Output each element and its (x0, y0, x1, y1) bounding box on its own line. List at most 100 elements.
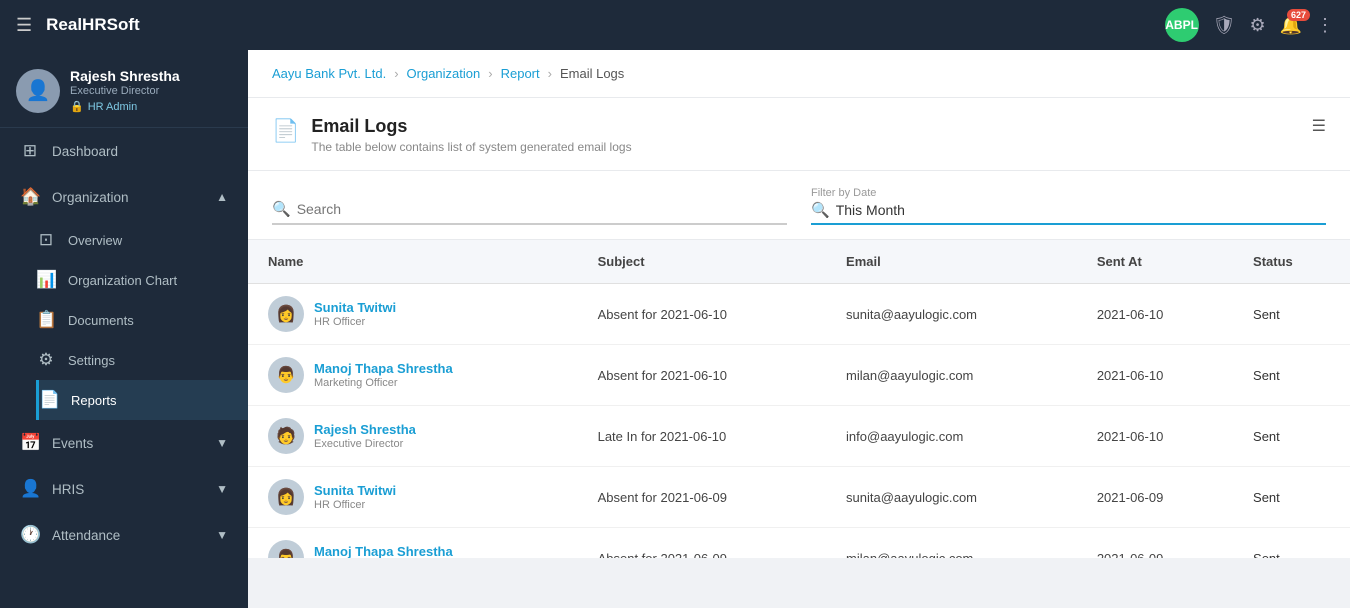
filter-icon[interactable]: ☰ (1312, 116, 1326, 136)
person-cell: 👨 Manoj Thapa Shrestha Marketing Officer (268, 357, 558, 393)
cell-sent-at: 2021-06-09 (1077, 467, 1233, 528)
date-filter-wrap: Filter by Date 🔍 This Month (811, 187, 1326, 225)
person-role: HR Officer (314, 316, 396, 328)
sidebar-item-hris[interactable]: 👤 HRIS ▼ (0, 466, 248, 512)
filter-bar: 🔍 Filter by Date 🔍 This Month (248, 171, 1350, 240)
breadcrumb-report[interactable]: Report (501, 66, 540, 81)
topnav-right: ABPL 🛡 ⚙ 🔔 627 ⋮ (1165, 8, 1334, 42)
page-header-left: 📄 Email Logs The table below contains li… (272, 116, 632, 154)
sidebar-item-reports[interactable]: 📄 Reports (36, 380, 248, 420)
person-cell: 👨 Manoj Thapa Shrestha Marketing Officer (268, 540, 558, 558)
cell-email: info@aayulogic.com (826, 406, 1077, 467)
app-logo: RealHRSoft (46, 15, 140, 35)
page-subtitle: The table below contains list of system … (311, 140, 631, 154)
sidebar-item-label: Organization (52, 190, 204, 205)
person-cell: 👩 Sunita Twitwi HR Officer (268, 479, 558, 515)
sidebar-item-label: Attendance (52, 528, 204, 543)
table-header: Name Subject Email Sent At Status (248, 240, 1350, 284)
table-row: 👩 Sunita Twitwi HR Officer Absent for 20… (248, 284, 1350, 345)
email-logs-table: Name Subject Email Sent At Status 👩 Suni… (248, 240, 1350, 558)
cell-name: 👩 Sunita Twitwi HR Officer (248, 467, 578, 528)
sidebar-item-dashboard[interactable]: ⊞ Dashboard (0, 128, 248, 174)
notification-bell[interactable]: 🔔 627 (1280, 15, 1302, 36)
cell-sent-at: 2021-06-10 (1077, 406, 1233, 467)
person-avatar: 👩 (268, 479, 304, 515)
breadcrumb-sep: › (394, 66, 398, 81)
gear-icon[interactable]: ⚙ (1249, 15, 1265, 36)
date-value: This Month (836, 202, 905, 218)
col-subject: Subject (578, 240, 826, 284)
search-icon: 🔍 (272, 200, 291, 218)
dashboard-icon: ⊞ (20, 141, 40, 161)
status-badge: Sent (1253, 551, 1280, 559)
person-name[interactable]: Manoj Thapa Shrestha (314, 544, 453, 558)
col-email: Email (826, 240, 1077, 284)
sidebar-item-org-chart[interactable]: 📊 Organization Chart (36, 260, 248, 300)
breadcrumb-sep: › (548, 66, 552, 81)
breadcrumb: Aayu Bank Pvt. Ltd. › Organization › Rep… (248, 50, 1350, 98)
sidebar-item-organization[interactable]: 🏠 Organization ▲ (0, 174, 248, 220)
user-role: 🔒 HR Admin (70, 100, 180, 113)
settings-icon: ⚙ (36, 350, 56, 370)
person-info: Manoj Thapa Shrestha Marketing Officer (314, 544, 453, 558)
org-chart-icon: 📊 (36, 270, 56, 290)
person-name[interactable]: Sunita Twitwi (314, 300, 396, 315)
page-icon: 📄 (272, 118, 299, 144)
breadcrumb-org[interactable]: Aayu Bank Pvt. Ltd. (272, 66, 386, 81)
shield-small-icon: 🔒 (70, 100, 84, 113)
sidebar-item-settings[interactable]: ⚙ Settings (36, 340, 248, 380)
topnav: ☰ RealHRSoft ABPL 🛡 ⚙ 🔔 627 ⋮ (0, 0, 1350, 50)
status-badge: Sent (1253, 307, 1280, 322)
sidebar-item-attendance[interactable]: 🕐 Attendance ▼ (0, 512, 248, 558)
sidebar-item-events[interactable]: 📅 Events ▼ (0, 420, 248, 466)
hamburger-icon[interactable]: ☰ (16, 15, 32, 36)
date-field[interactable]: 🔍 This Month (811, 201, 1326, 225)
person-cell: 👩 Sunita Twitwi HR Officer (268, 296, 558, 332)
more-options-icon[interactable]: ⋮ (1316, 15, 1334, 36)
table-body: 👩 Sunita Twitwi HR Officer Absent for 20… (248, 284, 1350, 559)
cell-status: Sent (1233, 467, 1350, 528)
breadcrumb-organization[interactable]: Organization (407, 66, 481, 81)
cell-subject: Late In for 2021-06-10 (578, 406, 826, 467)
person-role: Marketing Officer (314, 377, 453, 389)
person-name[interactable]: Rajesh Shrestha (314, 422, 416, 437)
cell-email: milan@aayulogic.com (826, 345, 1077, 406)
cell-sent-at: 2021-06-10 (1077, 345, 1233, 406)
col-status: Status (1233, 240, 1350, 284)
user-info: Rajesh Shrestha Executive Director 🔒 HR … (70, 68, 180, 113)
user-title: Executive Director (70, 85, 180, 97)
sidebar-item-label: Overview (68, 233, 228, 248)
person-avatar: 🧑 (268, 418, 304, 454)
person-name[interactable]: Sunita Twitwi (314, 483, 396, 498)
sidebar-item-documents[interactable]: 📋 Documents (36, 300, 248, 340)
cell-status: Sent (1233, 284, 1350, 345)
status-badge: Sent (1253, 429, 1280, 444)
organization-icon: 🏠 (20, 187, 40, 207)
cell-subject: Absent for 2021-06-09 (578, 528, 826, 559)
sidebar-item-label: Events (52, 436, 204, 451)
cell-name: 🧑 Rajesh Shrestha Executive Director (248, 406, 578, 467)
main-content: Aayu Bank Pvt. Ltd. › Organization › Rep… (248, 50, 1350, 558)
col-name: Name (248, 240, 578, 284)
search-input[interactable] (291, 199, 787, 219)
cell-email: milan@aayulogic.com (826, 528, 1077, 559)
calendar-icon: 🔍 (811, 201, 830, 219)
cell-subject: Absent for 2021-06-10 (578, 284, 826, 345)
sidebar-item-overview[interactable]: ⊡ Overview (36, 220, 248, 260)
page-title-group: Email Logs The table below contains list… (311, 116, 631, 154)
person-avatar: 👩 (268, 296, 304, 332)
chevron-down-icon: ▼ (216, 528, 228, 542)
chevron-up-icon: ▲ (216, 190, 228, 204)
chevron-down-icon: ▼ (216, 482, 228, 496)
cell-email: sunita@aayulogic.com (826, 467, 1077, 528)
overview-icon: ⊡ (36, 230, 56, 250)
cell-sent-at: 2021-06-09 (1077, 528, 1233, 559)
person-name[interactable]: Manoj Thapa Shrestha (314, 361, 453, 376)
reports-icon: 📄 (39, 390, 59, 410)
cell-name: 👩 Sunita Twitwi HR Officer (248, 284, 578, 345)
topnav-left: ☰ RealHRSoft (16, 15, 140, 36)
table-header-row: Name Subject Email Sent At Status (248, 240, 1350, 284)
shield-icon[interactable]: 🛡 (1213, 15, 1236, 36)
cell-status: Sent (1233, 345, 1350, 406)
status-badge: Sent (1253, 368, 1280, 383)
